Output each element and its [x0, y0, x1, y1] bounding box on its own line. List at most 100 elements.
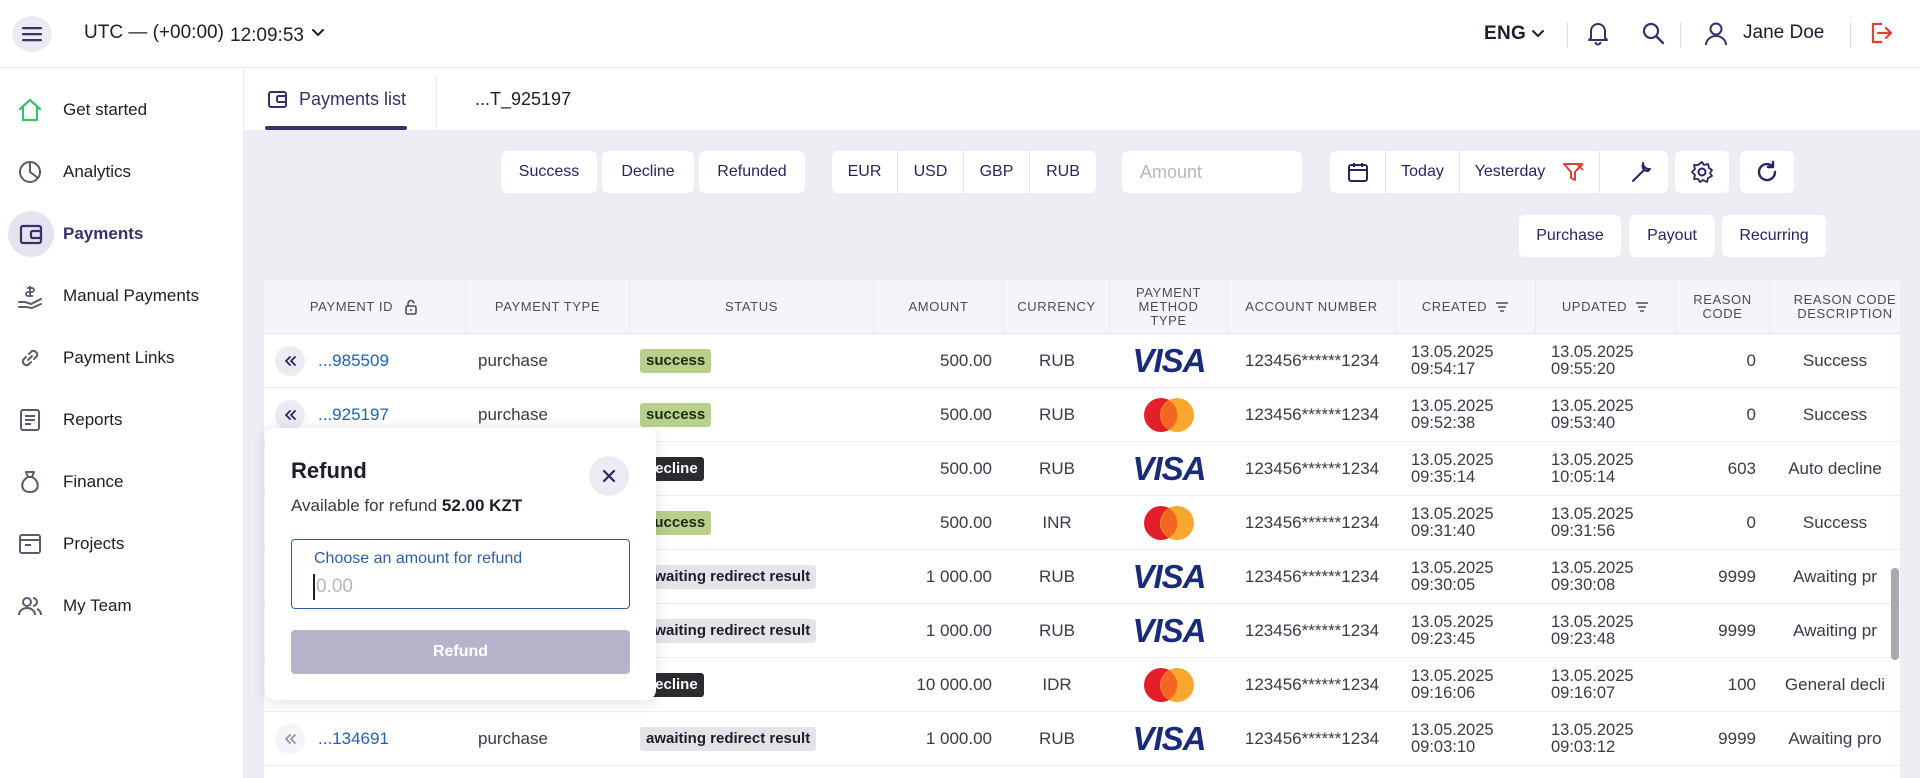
mastercard-logo-icon	[1144, 398, 1194, 432]
reason-description-cell: Awaiting pr	[1793, 567, 1877, 586]
refund-amount-input[interactable]	[313, 574, 613, 600]
account-number-cell: 123456******1234	[1244, 513, 1380, 532]
filter-refunded-button[interactable]: Refunded	[699, 151, 805, 193]
sidebar-item-my-team[interactable]: My Team	[0, 580, 244, 632]
sort-icon[interactable]	[1635, 301, 1649, 313]
expand-row-button[interactable]	[275, 346, 305, 376]
filter-clear-icon	[1562, 163, 1584, 181]
payment-method-cell: VISA	[1110, 712, 1228, 766]
table-row[interactable]: ...985509 purchase success 500.00 RUB VISA 123…	[264, 334, 1900, 388]
currency-usd-button[interactable]: USD	[898, 151, 964, 193]
refund-amount-field[interactable]: Choose an amount for refund	[291, 539, 630, 609]
refresh-button[interactable]	[1740, 151, 1794, 193]
currency-rub-button[interactable]: RUB	[1030, 151, 1096, 193]
payment-id-link[interactable]: ...985509	[318, 334, 458, 388]
sidebar-item-finance[interactable]: Finance	[0, 456, 244, 508]
user-name[interactable]: Jane Doe	[1743, 22, 1824, 44]
expand-row-button[interactable]	[275, 724, 305, 754]
amount-cell: 1 000.00	[925, 567, 992, 586]
chevron-down-icon[interactable]	[310, 24, 326, 40]
sidebar-item-label: Analytics	[63, 162, 132, 181]
sidebar-item-label: Projects	[63, 534, 125, 553]
timezone-label[interactable]: UTC — (+00:00)	[84, 22, 224, 44]
chevrons-left-icon	[285, 356, 296, 366]
sidebar-item-get-started[interactable]: Get started	[0, 84, 244, 136]
amount-input[interactable]	[1122, 151, 1302, 193]
header-payment-id[interactable]: PAYMENT ID	[264, 280, 466, 334]
svg-text:VISA: VISA	[1132, 454, 1205, 484]
refund-button[interactable]: Refund	[291, 630, 630, 674]
sidebar-item-payment-links[interactable]: Payment Links	[0, 332, 244, 384]
reason-code-cell: 100	[1727, 675, 1756, 694]
folder-icon	[19, 534, 41, 554]
header-updated[interactable]: UPDATED	[1536, 280, 1676, 334]
created-time: 09:30:05	[1411, 576, 1476, 594]
menu-button[interactable]	[12, 16, 52, 52]
sidebar-item-projects[interactable]: Projects	[0, 518, 244, 570]
header-divider	[1680, 22, 1681, 48]
filter-decline-button[interactable]: Decline	[602, 151, 694, 193]
close-button[interactable]	[589, 456, 629, 496]
amount-cell: 500.00	[940, 513, 992, 532]
logout-icon[interactable]	[1868, 20, 1894, 46]
created-time: 09:23:45	[1411, 630, 1476, 648]
available-refund-text: Available for refund 52.00 KZT	[291, 496, 522, 516]
clear-filter-button[interactable]	[1546, 151, 1600, 193]
user-avatar-icon[interactable]	[1700, 18, 1732, 50]
bell-icon[interactable]	[1586, 20, 1610, 46]
header-divider	[1567, 22, 1568, 48]
updated-cell: 13.05.2025 10:05:14	[1551, 442, 1676, 496]
search-icon[interactable]	[1641, 21, 1665, 45]
updated-date: 13.05.2025	[1551, 343, 1634, 361]
table-row[interactable]: ...134691 purchase awaiting redirect resul…	[264, 712, 1900, 766]
updated-cell: 13.05.2025 09:03:12	[1551, 712, 1676, 766]
sidebar-item-analytics[interactable]: Analytics	[0, 146, 244, 198]
currency-eur-button[interactable]: EUR	[832, 151, 898, 193]
tab-payments-list[interactable]: Payments list	[265, 68, 407, 130]
unlock-icon[interactable]	[403, 299, 419, 315]
wallet-icon	[19, 224, 43, 245]
date-yesterday-button[interactable]: Yesterday	[1460, 151, 1560, 193]
header-currency: CURRENCY	[1004, 280, 1110, 334]
type-recurring-button[interactable]: Recurring	[1722, 215, 1826, 257]
updated-cell: 13.05.2025 09:53:40	[1551, 388, 1676, 442]
currency-gbp-button[interactable]: GBP	[964, 151, 1030, 193]
svg-text:VISA: VISA	[1132, 346, 1205, 376]
reason-code-cell: 0	[1746, 405, 1756, 424]
sidebar-item-label: Reports	[63, 410, 123, 429]
tab-payment-details[interactable]: ...T_925197	[475, 68, 571, 130]
calendar-button[interactable]	[1330, 151, 1386, 193]
sidebar-item-manual-payments[interactable]: Manual Payments	[0, 270, 244, 322]
header-created[interactable]: CREATED	[1396, 280, 1536, 334]
account-number-cell: 123456******1234	[1244, 405, 1380, 424]
settings-button[interactable]	[1675, 151, 1729, 193]
scrollbar-thumb[interactable]	[1891, 568, 1899, 660]
chevron-down-icon[interactable]	[1530, 25, 1546, 41]
type-purchase-button[interactable]: Purchase	[1519, 215, 1621, 257]
sort-icon[interactable]	[1495, 301, 1509, 313]
currency-cell: RUB	[1039, 567, 1075, 586]
wrench-icon	[1632, 162, 1651, 182]
currency-cell: IDR	[1042, 675, 1072, 694]
language-selector[interactable]: ENG	[1484, 23, 1526, 45]
tools-button[interactable]	[1614, 151, 1668, 193]
amount-cell: 10 000.00	[916, 675, 992, 694]
account-number-cell: 123456******1234	[1244, 675, 1380, 694]
header-status: STATUS	[630, 280, 874, 334]
payment-method-cell	[1110, 388, 1228, 442]
date-today-button[interactable]: Today	[1386, 151, 1460, 193]
header-account-number: ACCOUNT NUMBER	[1228, 280, 1396, 334]
type-payout-button[interactable]: Payout	[1629, 215, 1715, 257]
sidebar-item-reports[interactable]: Reports	[0, 394, 244, 446]
updated-time: 09:03:12	[1551, 738, 1616, 756]
sidebar-item-payments[interactable]: Payments	[0, 208, 244, 260]
header-payment-type: PAYMENT TYPE	[466, 280, 630, 334]
clock: 12:09:53	[230, 25, 304, 46]
reason-code-cell: 603	[1727, 459, 1756, 478]
payment-id-link[interactable]: ...134691	[318, 712, 458, 766]
created-cell: 13.05.2025 09:52:38	[1411, 388, 1536, 442]
updated-time: 09:23:48	[1551, 630, 1616, 648]
created-cell: 13.05.2025 09:54:17	[1411, 334, 1536, 388]
filter-success-button[interactable]: Success	[501, 151, 597, 193]
expand-row-button[interactable]	[275, 400, 305, 430]
